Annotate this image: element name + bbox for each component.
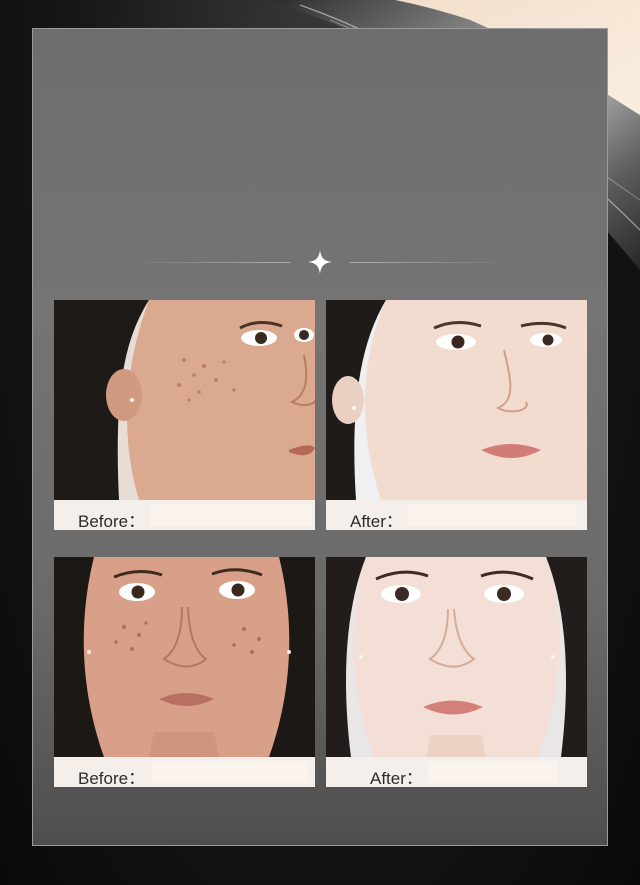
- after-photo-front: After：: [326, 557, 587, 787]
- face-image-after-side: [326, 300, 587, 500]
- after-photo-side: After：: [326, 300, 587, 530]
- caption-blank: [152, 761, 308, 783]
- caption-blank: [150, 504, 312, 526]
- caption-blank: [428, 761, 558, 783]
- after-label: After：: [350, 512, 403, 530]
- divider-right: [350, 262, 510, 263]
- face-image-before-front: [54, 557, 315, 757]
- before-photo-side: Before：: [54, 300, 315, 530]
- before-label: Before：: [78, 769, 146, 787]
- divider-left: [130, 262, 290, 263]
- caption-blank: [408, 504, 576, 526]
- four-point-star-icon: [308, 250, 332, 274]
- after-label: After：: [370, 769, 423, 787]
- before-label: Before：: [78, 512, 146, 530]
- face-image-before-side: [54, 300, 315, 500]
- face-image-after-front: [326, 557, 587, 757]
- before-photo-front: Before：: [54, 557, 315, 787]
